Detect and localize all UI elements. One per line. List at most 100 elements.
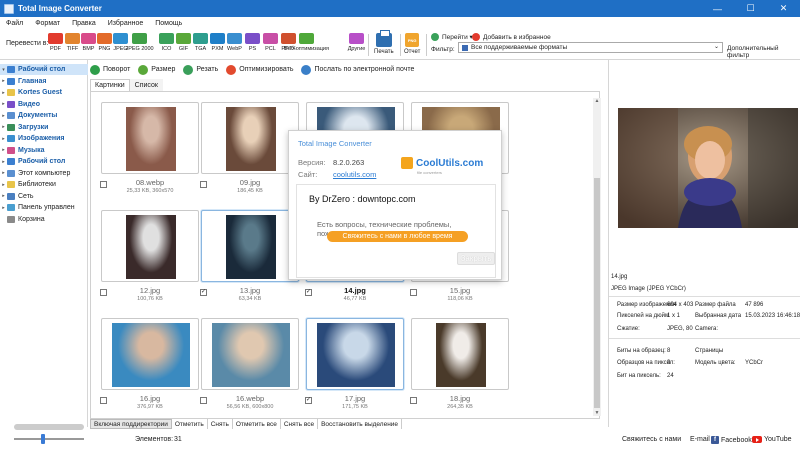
- chevron-right-icon[interactable]: ▸: [0, 113, 7, 119]
- menu-favorites[interactable]: Избранное: [102, 20, 149, 27]
- thumbnail-item[interactable]: ✓ 17.jpg 171,75 KB: [305, 318, 404, 418]
- grid-vertical-scrollbar[interactable]: ▲ ▼: [593, 98, 601, 416]
- format-ico-button[interactable]: ICO: [158, 33, 175, 52]
- menu-help[interactable]: Помощь: [149, 20, 188, 27]
- thumbnail-item[interactable]: 09.jpg 186,45 KB: [200, 102, 299, 204]
- about-close-button[interactable]: Закрыть: [457, 252, 495, 265]
- check-all-button[interactable]: Отметить все: [233, 419, 281, 429]
- thumbnail-frame[interactable]: [201, 102, 299, 174]
- email-link[interactable]: E-mail: [690, 436, 710, 443]
- chevron-right-icon[interactable]: ▸: [0, 159, 7, 165]
- tree-item[interactable]: ▸ Музыка: [0, 145, 88, 156]
- scroll-down-icon[interactable]: ▼: [593, 410, 601, 416]
- thumbnail-item[interactable]: 16.jpg 376,97 KB: [100, 318, 199, 418]
- thumbnail-frame[interactable]: [101, 318, 199, 390]
- tree-item[interactable]: ▸ Рабочий стол: [0, 156, 88, 167]
- thumbnail-item[interactable]: ✓ 13.jpg 63,34 KB: [200, 210, 299, 312]
- thumbnail-item[interactable]: 08.webp 25,33 KB, 360x570: [100, 102, 199, 204]
- chevron-right-icon[interactable]: ▸: [0, 205, 7, 211]
- thumbnail-frame[interactable]: [201, 318, 299, 390]
- check-button[interactable]: Отметить: [172, 419, 208, 429]
- site-link[interactable]: coolutils.com: [333, 170, 376, 179]
- add-favorites-button[interactable]: Добавить в избранное: [472, 33, 551, 41]
- chevron-right-icon[interactable]: ▸: [0, 124, 7, 130]
- format-tiff-button[interactable]: TIFF: [64, 33, 81, 52]
- tab-pictures[interactable]: Картинки: [90, 79, 130, 91]
- thumbnail-size-slider[interactable]: [14, 434, 84, 444]
- chevron-right-icon[interactable]: ▸: [0, 101, 7, 107]
- format-tga-button[interactable]: TGA: [192, 33, 209, 52]
- thumbnail-frame[interactable]: [306, 318, 404, 390]
- tree-item[interactable]: ▸ Этот компьютер: [0, 168, 88, 179]
- tree-item[interactable]: ▸ Библиотеки: [0, 179, 88, 190]
- youtube-link[interactable]: YouTube: [752, 436, 792, 443]
- chevron-right-icon[interactable]: ▸: [0, 193, 7, 199]
- tree-item[interactable]: ▸ Видео: [0, 99, 88, 110]
- selection-tabs: Включая поддиректории Отметить Снять Отм…: [90, 419, 403, 429]
- format-pdf-button[interactable]: PDF: [47, 33, 64, 52]
- scroll-thumb[interactable]: [594, 178, 600, 408]
- chevron-right-icon[interactable]: ▸: [0, 170, 7, 176]
- thumbnail-frame[interactable]: [411, 318, 509, 390]
- uncheck-button[interactable]: Снять: [208, 419, 233, 429]
- uncheck-all-button[interactable]: Снять все: [281, 419, 319, 429]
- contact-us-button[interactable]: Свяжитесь с нами в любое время: [327, 231, 468, 242]
- menu-file[interactable]: Файл: [0, 20, 29, 27]
- tree-item[interactable]: Корзина: [0, 214, 88, 225]
- thumbnail-image: [317, 323, 395, 387]
- slider-thumb[interactable]: [41, 434, 45, 444]
- tree-item[interactable]: ▸ Сеть: [0, 191, 88, 202]
- chevron-right-icon[interactable]: ▸: [0, 147, 7, 153]
- action-button[interactable]: Послать по электронной почте: [301, 64, 414, 75]
- format-pcl-button[interactable]: PCL: [262, 33, 279, 52]
- tree-item[interactable]: ▸ Загрузки: [0, 122, 88, 133]
- format-ps-button[interactable]: PS: [244, 33, 261, 52]
- format-pxm-button[interactable]: PXM: [209, 33, 226, 52]
- goto-button[interactable]: Перейти ▾: [431, 33, 473, 41]
- thumbnail-item[interactable]: 12.jpg 100,76 KB: [100, 210, 199, 312]
- report-button[interactable]: PNG Отчет: [404, 33, 420, 55]
- format-bmp-button[interactable]: BMP: [80, 33, 97, 52]
- maximize-button[interactable]: ☐: [734, 0, 767, 17]
- action-button[interactable]: Поворот: [90, 64, 130, 75]
- format-веб-оптимизация-button[interactable]: Веб-оптимизация: [284, 33, 329, 52]
- chevron-right-icon[interactable]: ▸: [0, 90, 7, 96]
- thumbnail-frame[interactable]: [101, 210, 199, 282]
- menu-edit[interactable]: Правка: [66, 20, 102, 27]
- thumbnail-frame[interactable]: [101, 102, 199, 174]
- scroll-up-icon[interactable]: ▲: [593, 98, 601, 104]
- action-button[interactable]: Резать: [183, 64, 218, 75]
- facebook-link[interactable]: f Facebook: [711, 436, 752, 444]
- close-button[interactable]: ✕: [767, 0, 800, 17]
- format-jpeg-2000-button[interactable]: JPEG 2000: [125, 33, 154, 52]
- advanced-filter-link[interactable]: Дополнительный фильтр: [727, 45, 800, 59]
- tree-item[interactable]: ▾ Рабочий стол: [0, 64, 88, 75]
- format-другие-button[interactable]: Другие: [348, 33, 365, 52]
- format-webp-button[interactable]: WebP: [226, 33, 243, 52]
- thumbnail-frame[interactable]: [201, 210, 299, 282]
- filter-select[interactable]: Все поддерживаемые форматы ⌄: [458, 42, 723, 53]
- contact-us-link[interactable]: Свяжитесь с нами: [622, 436, 681, 443]
- thumbnail-item[interactable]: 16.webp 56,56 KB, 600x800: [200, 318, 299, 418]
- chevron-right-icon[interactable]: ▸: [0, 78, 7, 84]
- tree-item[interactable]: ▸ Kortes Guest: [0, 87, 88, 98]
- chevron-right-icon[interactable]: ▸: [0, 136, 7, 142]
- tab-list[interactable]: Список: [129, 79, 163, 91]
- print-button[interactable]: Печать: [374, 30, 394, 55]
- minimize-button[interactable]: —: [701, 0, 734, 17]
- format-gif-button[interactable]: GIF: [175, 33, 192, 52]
- action-button[interactable]: Размер: [138, 64, 175, 75]
- tree-item[interactable]: ▸ Панель управлен: [0, 202, 88, 213]
- restore-selection-button[interactable]: Восстановить выделение: [318, 419, 403, 429]
- format-png-button[interactable]: PNG: [96, 33, 113, 52]
- menu-format[interactable]: Формат: [29, 20, 66, 27]
- tree-item[interactable]: ▸ Изображения: [0, 133, 88, 144]
- thumbnail-item[interactable]: 18.jpg 264,35 KB: [410, 318, 509, 418]
- action-button[interactable]: Оптимизировать: [226, 64, 293, 75]
- chevron-down-icon[interactable]: ▾: [0, 67, 7, 73]
- tree-item[interactable]: ▸ Документы: [0, 110, 88, 121]
- chevron-right-icon[interactable]: ▸: [0, 182, 7, 188]
- tree-horizontal-scrollbar[interactable]: [14, 424, 84, 430]
- tree-item[interactable]: ▸ Главная: [0, 76, 88, 87]
- include-subdirs-tab[interactable]: Включая поддиректории: [90, 419, 172, 429]
